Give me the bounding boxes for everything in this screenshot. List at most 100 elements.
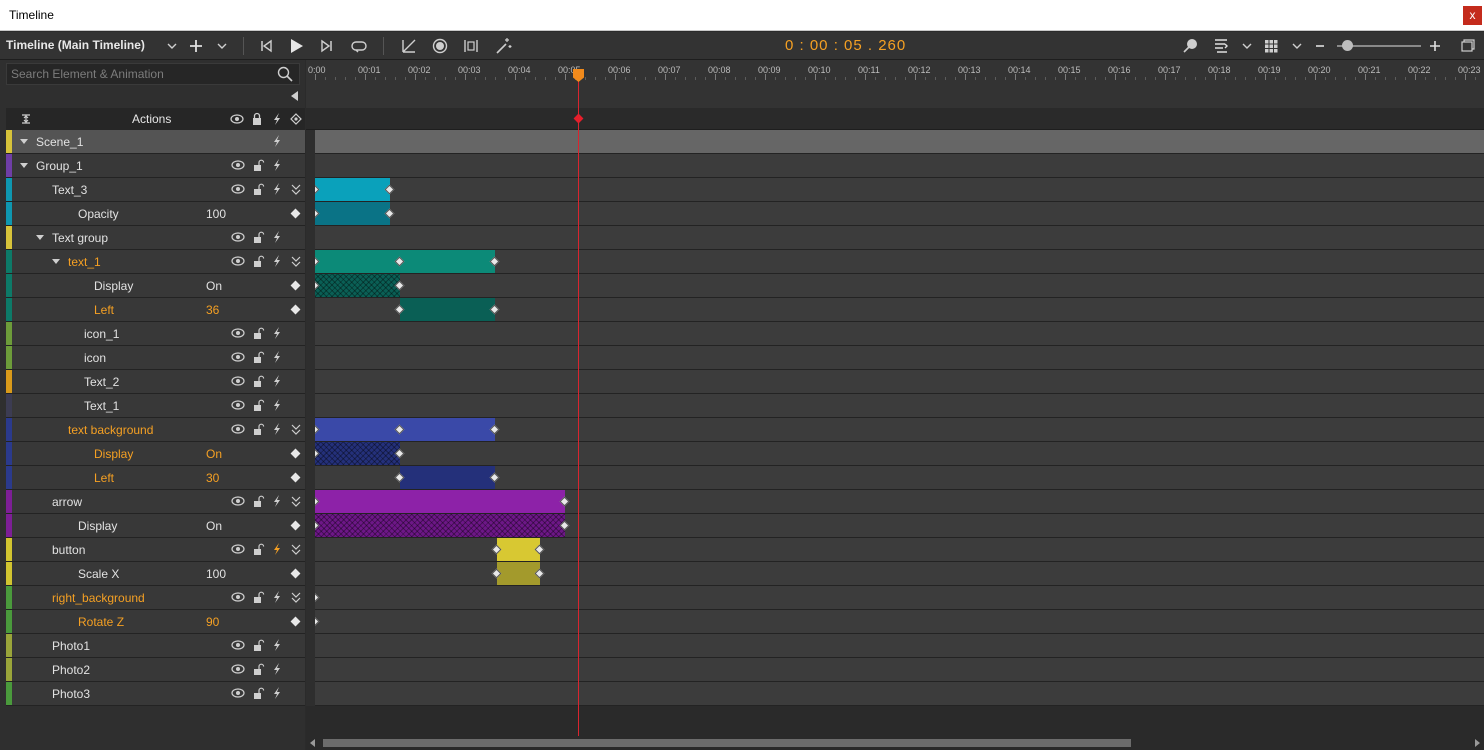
grid-icon[interactable] — [1262, 36, 1280, 56]
layer-row[interactable]: Photo1 — [6, 634, 305, 658]
chevron-down-icon[interactable] — [215, 36, 229, 56]
lightning-icon[interactable] — [270, 326, 284, 340]
layer-row[interactable]: Text_2 — [6, 370, 305, 394]
property-value[interactable]: On — [206, 447, 222, 461]
time-ruler[interactable]: 0:00 00:01 00:02 00:03 00:04 00:05 00:06 00:07 0… — [306, 60, 1484, 108]
property-value[interactable]: 100 — [206, 567, 226, 581]
add-keyframe-icon[interactable] — [290, 472, 301, 483]
timeline-track[interactable] — [306, 322, 1484, 346]
expand-arrow-icon[interactable] — [20, 139, 28, 144]
animation-bar[interactable] — [400, 466, 495, 489]
layer-row[interactable]: text background — [6, 418, 305, 442]
easing-icon[interactable] — [400, 36, 418, 56]
lightning-icon[interactable] — [270, 374, 284, 388]
expand-arrow-icon[interactable] — [20, 163, 28, 168]
animation-bar[interactable] — [315, 490, 565, 513]
timeline-track[interactable] — [306, 394, 1484, 418]
animation-bar[interactable] — [497, 538, 540, 561]
layer-row[interactable]: Group_1 — [6, 154, 305, 178]
property-row[interactable]: Rotate Z 90 — [6, 610, 305, 634]
property-row[interactable]: Scale X 100 — [6, 562, 305, 586]
eye-icon[interactable] — [231, 254, 245, 268]
lightning-icon[interactable] — [270, 254, 284, 268]
add-keyframe-icon[interactable] — [290, 448, 301, 459]
eye-icon[interactable] — [231, 374, 245, 388]
timeline-track[interactable] — [306, 418, 1484, 442]
lightning-icon[interactable] — [270, 494, 284, 508]
expand-arrow-icon[interactable] — [36, 235, 44, 240]
eye-icon[interactable] — [231, 422, 245, 436]
chevron-down-icon[interactable] — [165, 36, 179, 56]
timeline-track[interactable] — [306, 586, 1484, 610]
animation-bar[interactable] — [315, 274, 400, 297]
timeline-track[interactable] — [306, 346, 1484, 370]
eye-icon[interactable] — [231, 158, 245, 172]
lock-icon[interactable] — [251, 350, 265, 364]
lightning-icon[interactable] — [270, 638, 284, 652]
chevron-down-icon[interactable] — [1290, 36, 1304, 56]
eye-icon[interactable] — [231, 182, 245, 196]
timeline-track[interactable] — [306, 634, 1484, 658]
animation-bar[interactable] — [315, 418, 495, 441]
expand-icon[interactable] — [289, 182, 303, 196]
lightning-icon[interactable] — [270, 134, 284, 148]
expand-icon[interactable] — [289, 590, 303, 604]
collapse-all-icon[interactable] — [20, 112, 32, 126]
timeline-track[interactable] — [306, 226, 1484, 250]
property-row[interactable]: Opacity 100 — [6, 202, 305, 226]
timeline-track[interactable] — [306, 610, 1484, 634]
lock-icon[interactable] — [251, 638, 265, 652]
lightning-icon[interactable] — [270, 350, 284, 364]
expand-arrow-icon[interactable] — [52, 259, 60, 264]
layer-row[interactable]: icon — [6, 346, 305, 370]
add-keyframe-icon[interactable] — [290, 616, 301, 627]
layer-row[interactable]: Photo3 — [6, 682, 305, 706]
add-keyframe-icon[interactable] — [290, 520, 301, 531]
animation-bar[interactable] — [315, 442, 400, 465]
layer-row[interactable]: Photo2 — [6, 658, 305, 682]
record-icon[interactable] — [431, 36, 449, 56]
timeline-track[interactable] — [306, 298, 1484, 322]
timeline-track[interactable] — [306, 442, 1484, 466]
timeline-track[interactable] — [306, 538, 1484, 562]
scrollbar-thumb[interactable] — [323, 739, 1131, 747]
eye-icon[interactable] — [231, 398, 245, 412]
zoom-in-icon[interactable] — [1428, 36, 1442, 56]
search-icon[interactable] — [277, 66, 293, 82]
add-keyframe-icon[interactable] — [290, 208, 301, 219]
expand-icon[interactable] — [289, 254, 303, 268]
chevron-down-icon[interactable] — [1240, 36, 1254, 56]
eye-icon[interactable] — [231, 326, 245, 340]
eye-icon[interactable] — [231, 350, 245, 364]
add-keyframe-icon[interactable] — [290, 568, 301, 579]
expand-icon[interactable] — [289, 422, 303, 436]
magic-icon[interactable] — [493, 36, 513, 56]
timeline-track[interactable] — [306, 154, 1484, 178]
timeline-track[interactable] — [306, 274, 1484, 298]
pin-icon[interactable] — [1181, 36, 1199, 56]
property-value[interactable]: 36 — [206, 303, 219, 317]
timeline-track[interactable] — [306, 250, 1484, 274]
search-input[interactable] — [11, 66, 271, 82]
animation-bar[interactable] — [497, 562, 540, 585]
eye-icon[interactable] — [231, 494, 245, 508]
layer-row[interactable]: Text_3 — [6, 178, 305, 202]
property-value[interactable]: 30 — [206, 471, 219, 485]
lock-icon[interactable] — [251, 662, 265, 676]
eye-icon[interactable] — [230, 112, 244, 126]
eye-icon[interactable] — [231, 686, 245, 700]
property-value[interactable]: 90 — [206, 615, 219, 629]
layer-row[interactable]: button — [6, 538, 305, 562]
zoom-slider-thumb[interactable] — [1342, 40, 1353, 51]
layer-row[interactable]: Text group — [6, 226, 305, 250]
lock-icon[interactable] — [250, 112, 264, 126]
lock-icon[interactable] — [251, 230, 265, 244]
timeline-track[interactable] — [306, 658, 1484, 682]
lock-icon[interactable] — [251, 158, 265, 172]
timeline-track[interactable] — [306, 130, 1484, 154]
eye-icon[interactable] — [231, 638, 245, 652]
lightning-icon[interactable] — [270, 112, 284, 126]
timeline-track[interactable] — [306, 202, 1484, 226]
timeline-track[interactable] — [306, 178, 1484, 202]
layer-row[interactable]: Scene_1 — [6, 130, 305, 154]
